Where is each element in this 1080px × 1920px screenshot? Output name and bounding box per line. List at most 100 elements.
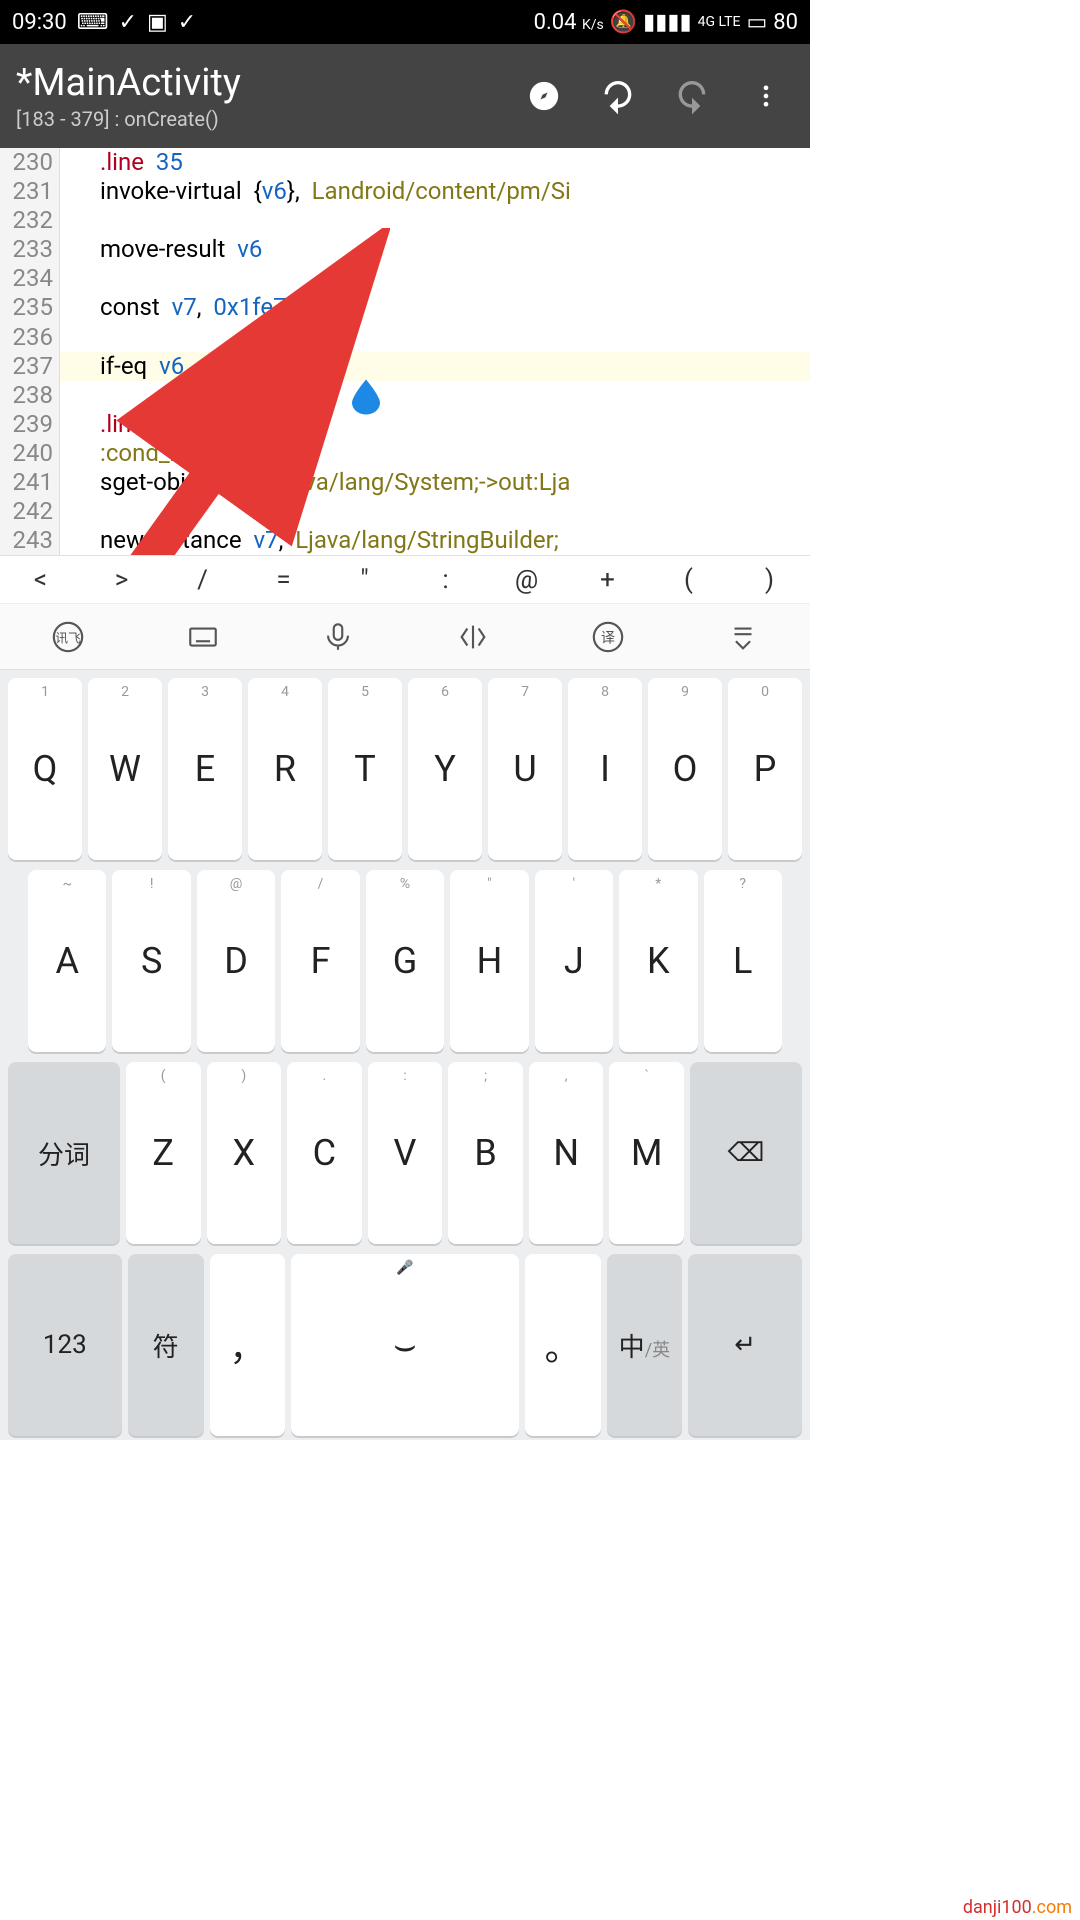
collapse-keyboard-icon[interactable]: [723, 617, 763, 657]
letter-key-t[interactable]: 5T: [328, 678, 402, 860]
code-content[interactable]: [60, 264, 810, 293]
symbol-key[interactable]: (: [648, 565, 729, 595]
code-content[interactable]: [60, 381, 810, 410]
symbol-key[interactable]: /: [162, 565, 243, 595]
code-line[interactable]: 241sget-object v6, Ljava/lang/System;->o…: [0, 468, 810, 497]
letter-key-z[interactable]: (Z: [126, 1062, 201, 1244]
overflow-menu-button[interactable]: [738, 68, 794, 124]
letter-key-l[interactable]: ?L: [704, 870, 782, 1052]
letter-key-b[interactable]: ;B: [448, 1062, 523, 1244]
letter-key-i[interactable]: 8I: [568, 678, 642, 860]
enter-key[interactable]: ↵: [688, 1254, 802, 1436]
symbol-key[interactable]: @: [486, 565, 567, 595]
undo-button[interactable]: [590, 68, 646, 124]
code-line[interactable]: 240:cond_2c: [0, 439, 810, 468]
letter-key-u[interactable]: 7U: [488, 678, 562, 860]
watermark: danji100.com: [963, 1897, 1072, 1918]
translate-icon[interactable]: 译: [588, 617, 628, 657]
keyboard-switch-icon[interactable]: [183, 617, 223, 657]
code-line[interactable]: 238: [0, 381, 810, 410]
symbol-key[interactable]: ": [324, 565, 405, 595]
key-hint: ': [573, 876, 575, 892]
symbol-key[interactable]: +: [567, 565, 648, 595]
letter-key-v[interactable]: :V: [368, 1062, 443, 1244]
backspace-key[interactable]: ⌫: [690, 1062, 802, 1244]
code-content[interactable]: move-result v6: [60, 235, 810, 264]
symbol-key[interactable]: <: [0, 565, 81, 595]
letter-key-h[interactable]: "H: [450, 870, 528, 1052]
letter-key-y[interactable]: 6Y: [408, 678, 482, 860]
key-label: F: [311, 940, 331, 982]
code-line[interactable]: 237if-eq v6, v7, :cond_75: [0, 352, 810, 381]
symbol-key[interactable]: ): [729, 565, 810, 595]
period-key[interactable]: 。: [525, 1254, 601, 1436]
code-content[interactable]: if-eq v6, v7, :cond_75: [60, 352, 810, 381]
code-content[interactable]: .line 36: [60, 410, 810, 439]
letter-key-c[interactable]: .C: [287, 1062, 362, 1244]
code-content[interactable]: .line 35: [60, 148, 810, 177]
key-label: G: [393, 940, 418, 982]
code-line[interactable]: 232: [0, 206, 810, 235]
code-content[interactable]: [60, 323, 810, 352]
key-hint: 3: [201, 684, 209, 700]
letter-key-p[interactable]: 0P: [728, 678, 802, 860]
key-label: I: [600, 748, 610, 790]
letter-key-g[interactable]: %G: [366, 870, 444, 1052]
letter-key-j[interactable]: 'J: [535, 870, 613, 1052]
numeric-key[interactable]: 123: [8, 1254, 122, 1436]
symbol-key[interactable]: >: [81, 565, 162, 595]
cursor-handle[interactable]: [352, 379, 380, 415]
letter-key-o[interactable]: 9O: [648, 678, 722, 860]
code-line[interactable]: 234: [0, 264, 810, 293]
ime-logo-icon[interactable]: 讯飞: [48, 617, 88, 657]
key-hint: 5: [361, 684, 369, 700]
key-label: R: [274, 748, 296, 790]
letter-key-m[interactable]: `M: [609, 1062, 684, 1244]
navigate-button[interactable]: [516, 68, 572, 124]
code-line[interactable]: 231invoke-virtual {v6}, Landroid/content…: [0, 177, 810, 206]
letter-key-w[interactable]: 2W: [88, 678, 162, 860]
cursor-move-icon[interactable]: [453, 617, 493, 657]
code-content[interactable]: sget-object v6, Ljava/lang/System;->out:…: [60, 468, 810, 497]
line-number: 238: [0, 381, 60, 410]
code-content[interactable]: [60, 497, 810, 526]
code-line[interactable]: 243new-instance v7, Ljava/lang/StringBui…: [0, 526, 810, 555]
symbol-key[interactable]: =: [243, 565, 324, 595]
letter-key-x[interactable]: )X: [207, 1062, 282, 1244]
code-line[interactable]: 239.line 36: [0, 410, 810, 439]
code-line[interactable]: 236: [0, 323, 810, 352]
language-key[interactable]: 中/英: [607, 1254, 683, 1436]
line-number: 239: [0, 410, 60, 439]
letter-key-q[interactable]: 1Q: [8, 678, 82, 860]
key-label: A: [55, 940, 78, 982]
code-content[interactable]: [60, 206, 810, 235]
letter-key-e[interactable]: 3E: [168, 678, 242, 860]
symbol-key[interactable]: :: [405, 565, 486, 595]
key-hint: 2: [121, 684, 129, 700]
code-editor[interactable]: 230.line 35231invoke-virtual {v6}, Landr…: [0, 148, 810, 556]
key-hint: 6: [441, 684, 449, 700]
code-content[interactable]: new-instance v7, Ljava/lang/StringBuilde…: [60, 526, 810, 555]
letter-key-f[interactable]: /F: [281, 870, 359, 1052]
code-content[interactable]: :cond_2c: [60, 439, 810, 468]
code-content[interactable]: invoke-virtual {v6}, Landroid/content/pm…: [60, 177, 810, 206]
space-key[interactable]: 🎤⌣: [291, 1254, 518, 1436]
letter-key-k[interactable]: *K: [619, 870, 697, 1052]
code-line[interactable]: 230.line 35: [0, 148, 810, 177]
comma-key[interactable]: ，: [210, 1254, 286, 1436]
key-label: Q: [33, 748, 58, 790]
redo-button[interactable]: [664, 68, 720, 124]
code-line[interactable]: 242: [0, 497, 810, 526]
voice-input-icon[interactable]: [318, 617, 358, 657]
letter-key-a[interactable]: ~A: [28, 870, 106, 1052]
symbols-key[interactable]: 符: [128, 1254, 204, 1436]
letter-key-s[interactable]: !S: [112, 870, 190, 1052]
code-line[interactable]: 233move-result v6: [0, 235, 810, 264]
letter-key-d[interactable]: @D: [197, 870, 275, 1052]
segment-key[interactable]: 分词: [8, 1062, 120, 1244]
letter-key-r[interactable]: 4R: [248, 678, 322, 860]
status-bar: 09:30 ⌨ ✓ ▣ ✓ 0.04 K/s 🔕 ▮▮▮▮ 4G LTE ▭ 8…: [0, 0, 810, 44]
letter-key-n[interactable]: ,N: [529, 1062, 604, 1244]
code-content[interactable]: const v7, 0x1fe7206b: [60, 293, 810, 322]
code-line[interactable]: 235const v7, 0x1fe7206b: [0, 293, 810, 322]
